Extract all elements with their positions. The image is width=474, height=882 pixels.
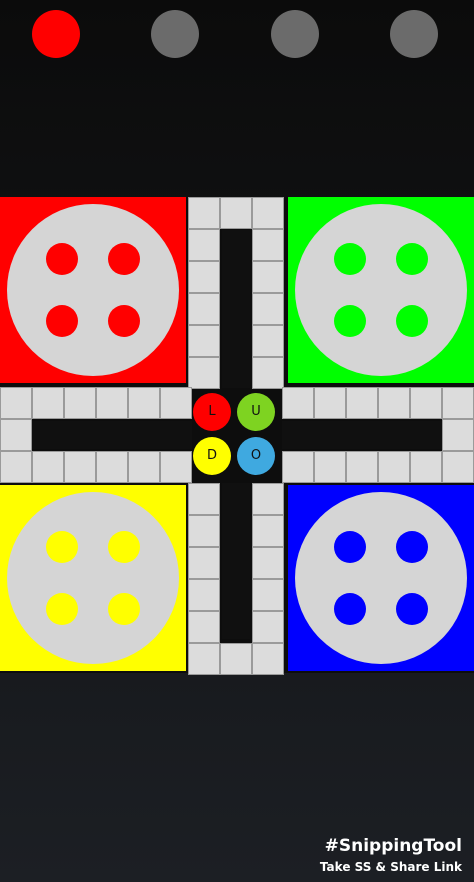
track-cell (188, 643, 220, 675)
track-cell (0, 451, 32, 483)
track-cell (282, 451, 314, 483)
track-cell (442, 387, 474, 419)
token-blue-3[interactable] (334, 593, 366, 625)
token-red-4[interactable] (108, 305, 140, 337)
player-indicator-4 (390, 10, 438, 58)
home-blue (288, 485, 474, 671)
token-green-1[interactable] (334, 243, 366, 275)
track-cell (188, 579, 220, 611)
track-cell (410, 451, 442, 483)
yard-yellow (7, 492, 179, 664)
track-cell (96, 387, 128, 419)
track-cell (32, 451, 64, 483)
track-cell (0, 419, 32, 451)
yard-red (7, 204, 179, 376)
center-letter-o[interactable]: O (237, 437, 275, 475)
lane-bottom (222, 483, 250, 639)
track-cell (188, 357, 220, 389)
track-cell (442, 451, 474, 483)
token-yellow-2[interactable] (108, 531, 140, 563)
track-cell (282, 387, 314, 419)
player-indicator-red (32, 10, 80, 58)
track-cell (252, 261, 284, 293)
yard-green (295, 204, 467, 376)
track-cell (188, 483, 220, 515)
yard-blue (295, 492, 467, 664)
track-cell (188, 229, 220, 261)
track-cell (252, 483, 284, 515)
track-cell (160, 451, 192, 483)
player-indicator-3 (271, 10, 319, 58)
track-cell (128, 451, 160, 483)
track-cell (442, 419, 474, 451)
track-cell (252, 547, 284, 579)
track-cell (96, 451, 128, 483)
track-cell (252, 197, 284, 229)
track-cell (252, 357, 284, 389)
lane-top (222, 230, 250, 388)
token-green-4[interactable] (396, 305, 428, 337)
track-cell (188, 325, 220, 357)
track-cell (188, 261, 220, 293)
track-cell (220, 643, 252, 675)
token-blue-1[interactable] (334, 531, 366, 563)
track-cell (252, 643, 284, 675)
track-cell (314, 451, 346, 483)
track-cell (410, 387, 442, 419)
home-green (288, 197, 474, 383)
home-yellow (0, 485, 186, 671)
home-red (0, 197, 186, 383)
track-cell (346, 451, 378, 483)
track-cell (32, 387, 64, 419)
track-cell (252, 579, 284, 611)
watermark-title: #SnippingTool (324, 836, 462, 856)
track-cell (188, 197, 220, 229)
center-letter-d[interactable]: D (193, 437, 231, 475)
track-cell (188, 515, 220, 547)
center-letter-l[interactable]: L (193, 393, 231, 431)
lane-left (32, 421, 192, 449)
token-blue-4[interactable] (396, 593, 428, 625)
token-green-3[interactable] (334, 305, 366, 337)
watermark-subtitle: Take SS & Share Link (319, 860, 462, 874)
token-red-1[interactable] (46, 243, 78, 275)
track-cell (188, 611, 220, 643)
track-cell (378, 451, 410, 483)
player-indicator-2 (151, 10, 199, 58)
track-cell (64, 387, 96, 419)
ludo-board: L U D O (0, 197, 474, 675)
track-cell (252, 611, 284, 643)
center-letter-u[interactable]: U (237, 393, 275, 431)
track-cell (160, 387, 192, 419)
track-cell (252, 325, 284, 357)
track-cell (0, 387, 32, 419)
track-cell (220, 197, 252, 229)
track-cell (378, 387, 410, 419)
track-cell (314, 387, 346, 419)
track-cell (188, 293, 220, 325)
track-cell (64, 451, 96, 483)
token-yellow-3[interactable] (46, 593, 78, 625)
token-red-2[interactable] (108, 243, 140, 275)
watermark: #SnippingTool Take SS & Share Link (320, 836, 462, 874)
token-blue-2[interactable] (396, 531, 428, 563)
token-yellow-4[interactable] (108, 593, 140, 625)
track-cell (252, 229, 284, 261)
token-red-3[interactable] (46, 305, 78, 337)
track-cell (252, 515, 284, 547)
lane-right (282, 421, 442, 449)
track-cell (128, 387, 160, 419)
player-indicator-bar (0, 0, 474, 70)
token-yellow-1[interactable] (46, 531, 78, 563)
track-cell (346, 387, 378, 419)
track-cell (188, 547, 220, 579)
track-cell (252, 293, 284, 325)
token-green-2[interactable] (396, 243, 428, 275)
